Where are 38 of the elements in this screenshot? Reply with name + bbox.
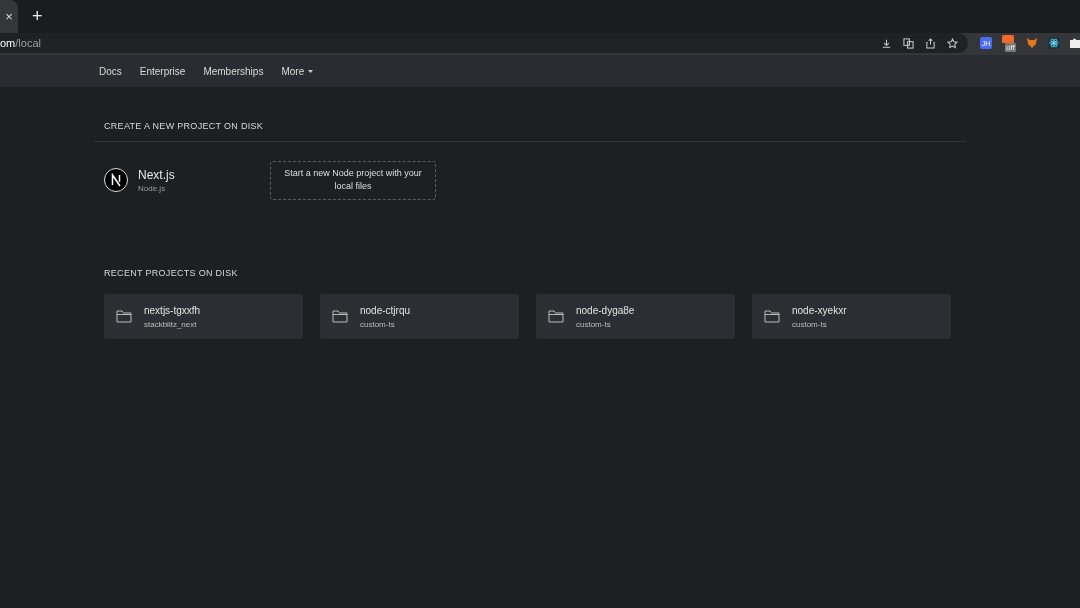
folder-icon (332, 310, 348, 323)
url-text: om/local (0, 37, 41, 49)
extension-badge: off (1005, 42, 1016, 52)
nav-link[interactable]: Memberships (194, 65, 273, 77)
project-name: node-dyga8e (576, 304, 635, 316)
nav-link[interactable]: Enterprise (130, 65, 195, 77)
template-name[interactable]: Next.js (138, 167, 175, 182)
template-subtitle: Node.js (138, 183, 167, 193)
project-card[interactable]: node-dyga8e custom-ts (536, 294, 735, 339)
project-template: stackblitz_next (144, 319, 198, 329)
project-card[interactable]: node-xyekxr custom-ts (752, 294, 951, 339)
folder-icon (116, 310, 132, 323)
project-template: custom-ts (360, 319, 396, 329)
new-project-button[interactable]: Start a new Node project with your local files (270, 160, 436, 200)
new-tab-button[interactable]: + (28, 6, 47, 27)
project-name: nextjs-tgxxfh (144, 304, 201, 316)
folder-icon (548, 310, 564, 323)
nextjs-logo-icon[interactable] (104, 168, 128, 192)
atom-icon[interactable] (1047, 37, 1060, 49)
project-name: node-ctjrqu (360, 304, 411, 316)
folder-icon (764, 310, 780, 323)
address-bar[interactable]: om/local (0, 33, 968, 53)
project-card[interactable]: nextjs-tgxxfh stackblitz_next (104, 294, 303, 339)
project-name: node-xyekxr (792, 304, 847, 316)
section-heading: CREATE A NEW PROJECT ON DISK (104, 121, 265, 131)
tab-close-button[interactable]: × (0, 0, 18, 33)
project-template: custom-ts (792, 319, 828, 329)
project-card[interactable]: node-ctjrqu custom-ts (320, 294, 519, 339)
fox-icon[interactable] (1025, 37, 1038, 49)
share-icon[interactable] (925, 37, 936, 49)
extension-icon[interactable] (1002, 34, 1014, 43)
translate-icon[interactable] (903, 37, 914, 49)
download-icon[interactable] (881, 37, 892, 49)
nav-link[interactable]: More (272, 65, 323, 77)
section-heading: RECENT PROJECTS ON DISK (104, 268, 239, 278)
nav-link[interactable]: Docs (90, 65, 131, 77)
star-icon[interactable] (947, 37, 958, 49)
project-template: custom-ts (576, 319, 612, 329)
